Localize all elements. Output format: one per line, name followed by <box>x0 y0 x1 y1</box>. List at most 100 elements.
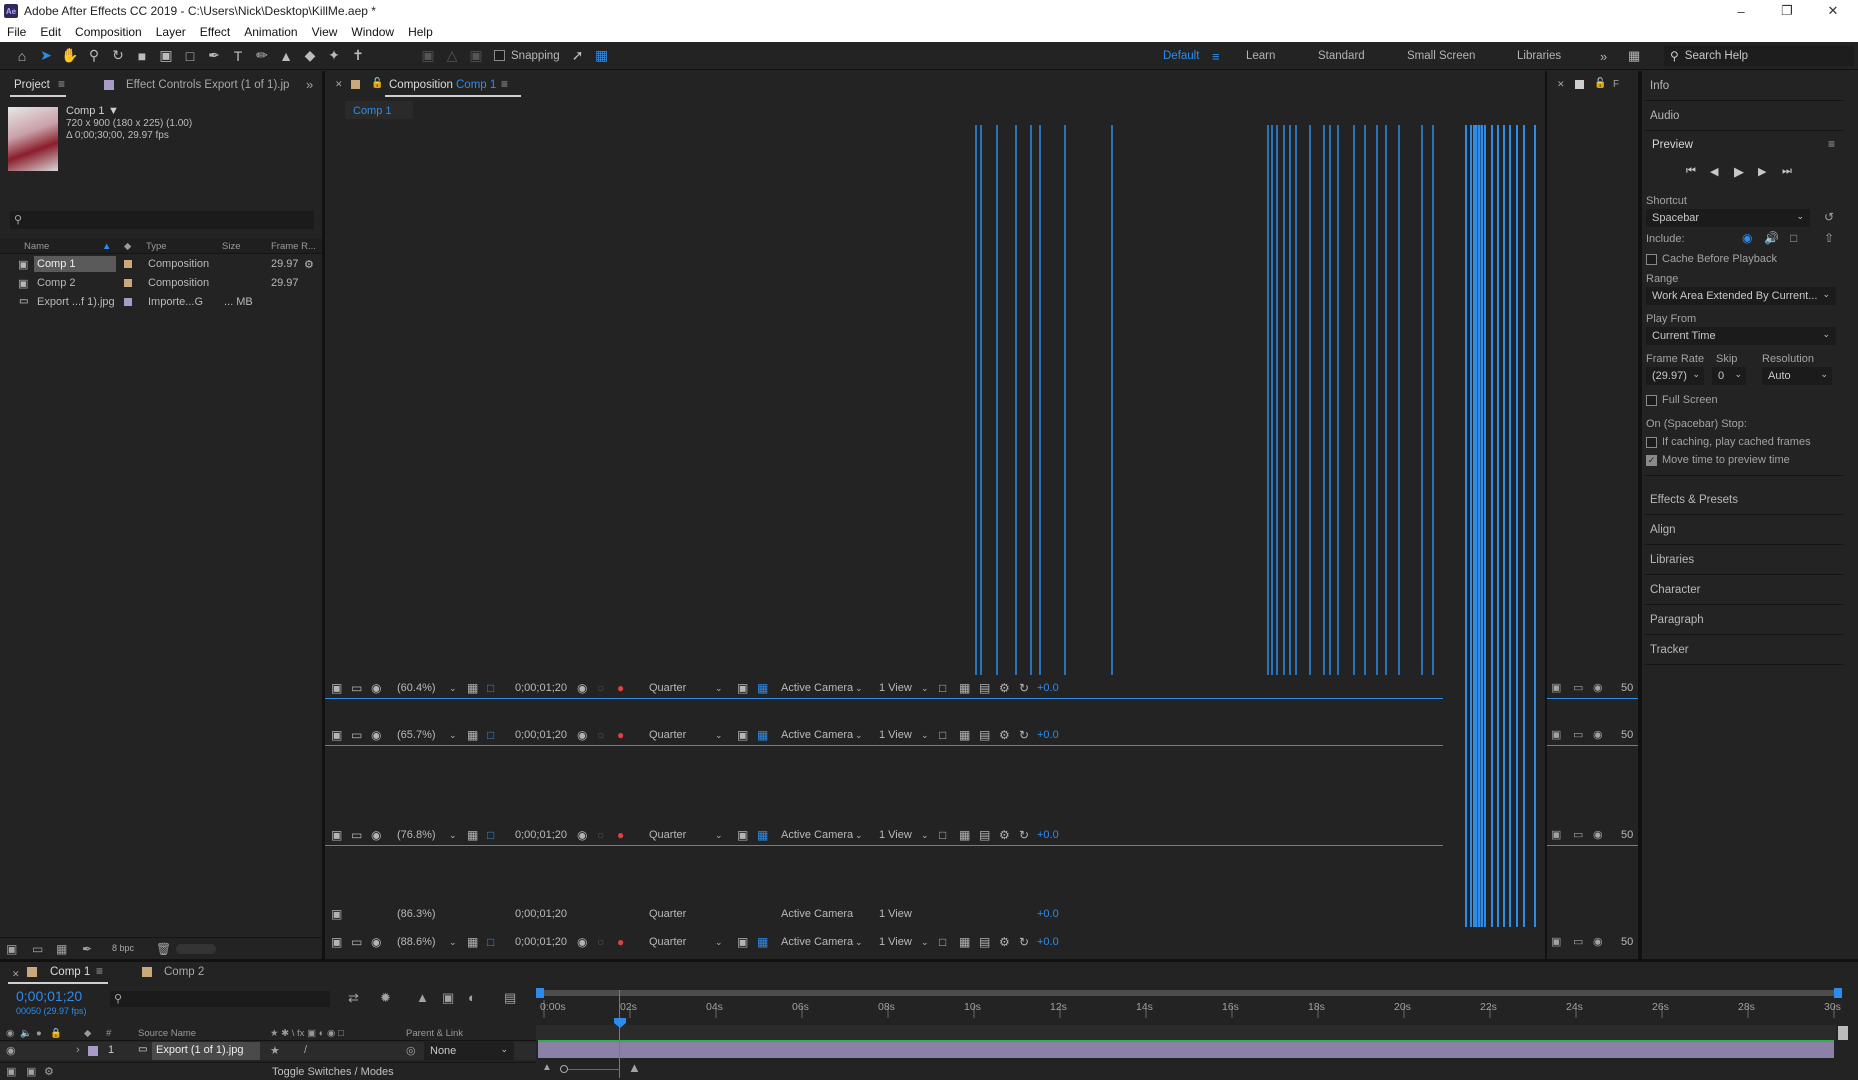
exposure-value[interactable]: +0.0 <box>1037 908 1059 920</box>
view-layout-dropdown[interactable]: 1 View <box>879 729 912 741</box>
safe-zones-icon[interactable]: ▦ <box>467 935 478 949</box>
puppet-tool-icon[interactable]: ✝ <box>346 45 370 67</box>
monitor-icon[interactable]: ▭ <box>1573 728 1583 741</box>
menu-view[interactable]: View <box>305 25 345 39</box>
transfer-controls-icon[interactable]: ⚙ <box>44 1065 54 1078</box>
snapshot-icon[interactable]: ◉ <box>577 681 587 695</box>
lock-icon[interactable]: 🔓 <box>1594 78 1606 89</box>
zoom-value[interactable]: 50 <box>1621 829 1633 841</box>
monitor-icon[interactable]: ▭ <box>351 828 362 842</box>
exposure-value[interactable]: +0.0 <box>1037 829 1059 841</box>
tab-comp-1[interactable]: Comp 1 <box>50 966 90 978</box>
chevron-down-icon[interactable]: ⌄ <box>715 683 723 694</box>
zoom-slider[interactable] <box>560 1069 620 1070</box>
zoom-value[interactable]: 50 <box>1621 936 1633 948</box>
workspace-default[interactable]: Default <box>1163 42 1199 70</box>
region-of-interest-icon[interactable]: □ <box>487 828 494 842</box>
menu-animation[interactable]: Animation <box>237 25 304 39</box>
eye-icon[interactable]: ◉ <box>6 1044 16 1057</box>
transparency-grid-icon[interactable]: ▦ <box>757 681 768 695</box>
layer-switches-icon[interactable]: ▣ <box>26 1065 36 1078</box>
monitor-icon[interactable]: ▭ <box>1573 935 1583 948</box>
axis-view-icon[interactable]: ▣ <box>464 45 488 67</box>
mask-visibility-icon[interactable]: ◉ <box>371 728 381 742</box>
solo-icon[interactable]: ● <box>36 1028 42 1039</box>
col-source-name[interactable]: Source Name <box>138 1028 196 1039</box>
move-time-checkbox[interactable]: ✓ <box>1646 455 1657 466</box>
reset-exposure-icon[interactable]: ↻ <box>1019 728 1029 742</box>
clone-stamp-tool-icon[interactable]: ▲ <box>274 45 298 67</box>
pick-whip-icon[interactable]: ◎ <box>406 1044 416 1057</box>
eraser-tool-icon[interactable]: ◆ <box>298 45 322 67</box>
fast-preview-toggle-icon[interactable]: ▦ <box>959 728 970 742</box>
workspace-standard[interactable]: Standard <box>1318 42 1365 70</box>
safe-zones-icon[interactable]: ▦ <box>467 728 478 742</box>
composition-name[interactable]: Comp 1 <box>456 79 496 91</box>
chevron-down-icon[interactable]: ⌄ <box>449 937 457 948</box>
search-toggle-icon[interactable]: ▦ <box>1628 42 1640 70</box>
label-column-icon[interactable]: ◆ <box>124 241 131 252</box>
safe-zones-icon[interactable]: ▦ <box>467 681 478 695</box>
panel-overflow-icon[interactable]: » <box>306 77 313 92</box>
work-area-end-handle[interactable] <box>1834 988 1842 998</box>
color-channels-icon[interactable]: ● <box>617 681 624 695</box>
chevron-down-icon[interactable]: ⌄ <box>921 830 929 841</box>
comp-mini-flowchart-icon[interactable]: ⇄ <box>348 990 359 1006</box>
exposure-value[interactable]: +0.0 <box>1037 729 1059 741</box>
col-size[interactable]: Size <box>222 241 240 252</box>
monitor-icon[interactable]: ▭ <box>351 935 362 949</box>
always-preview-icon[interactable]: ▣ <box>331 728 342 742</box>
new-composition-icon[interactable]: ▦ <box>56 942 67 956</box>
always-preview-icon[interactable]: ▣ <box>331 681 342 695</box>
show-snapshot-icon[interactable]: ○ <box>597 828 604 842</box>
graph-editor-icon[interactable]: ▤ <box>504 990 516 1006</box>
thumbnail-slider[interactable] <box>176 944 216 954</box>
range-dropdown[interactable]: Work Area Extended By Current... ⌄ <box>1646 287 1836 305</box>
draft-3d-icon[interactable]: ✹ <box>380 990 391 1006</box>
zoom-value[interactable]: 50 <box>1621 682 1633 694</box>
panel-tracker[interactable]: Tracker <box>1644 635 1844 665</box>
tab-project[interactable]: Project <box>14 79 50 91</box>
menu-window[interactable]: Window <box>344 25 401 39</box>
expand-chevron-icon[interactable]: › <box>76 1044 80 1056</box>
transparency-grid-icon[interactable]: ▦ <box>757 828 768 842</box>
zoom-value[interactable]: (76.8%) <box>397 829 436 841</box>
region-of-interest-icon[interactable]: □ <box>487 935 494 949</box>
chevron-down-icon[interactable]: ⌄ <box>921 937 929 948</box>
mask-visibility-icon[interactable]: ◉ <box>1593 828 1603 841</box>
chevron-down-icon[interactable]: ⌄ <box>855 730 863 741</box>
always-preview-icon[interactable]: ▣ <box>1551 828 1561 841</box>
close-timeline-icon[interactable]: ✕ <box>12 969 20 980</box>
audio-toggle-icon[interactable]: 🔈 <box>20 1028 32 1039</box>
snapshot-icon[interactable]: ◉ <box>577 828 587 842</box>
panel-paragraph[interactable]: Paragraph <box>1644 605 1844 635</box>
col-name[interactable]: Name <box>24 241 49 252</box>
trash-icon[interactable]: 🗑 <box>156 942 171 956</box>
zoom-value[interactable]: (65.7%) <box>397 729 436 741</box>
camera-dropdown[interactable]: Active Camera <box>781 829 853 841</box>
project-menu-icon[interactable]: ≡ <box>58 77 65 91</box>
timecode[interactable]: 0;00;01;20 <box>515 682 567 694</box>
roto-brush-tool-icon[interactable]: ✦ <box>322 45 346 67</box>
preview-menu-icon[interactable]: ≡ <box>1828 137 1835 151</box>
label-swatch[interactable] <box>124 298 132 306</box>
tab-effect-controls[interactable]: Effect Controls Export (1 of 1).jp <box>126 79 289 91</box>
lock-column-icon[interactable]: 🔒 <box>50 1028 62 1039</box>
shy-switch-icon[interactable]: ★ <box>270 1044 280 1057</box>
view-layout-dropdown[interactable]: 1 View <box>879 936 912 948</box>
reset-exposure-icon[interactable]: ↻ <box>1019 681 1029 695</box>
always-preview-icon[interactable]: ▣ <box>331 828 342 842</box>
resolution-dropdown[interactable]: Quarter <box>649 729 686 741</box>
timeline-icon[interactable]: ▤ <box>979 935 990 949</box>
last-frame-icon[interactable]: ⏭ <box>1782 165 1792 178</box>
view-layout-dropdown[interactable]: 1 View <box>879 682 912 694</box>
flowchart-icon[interactable]: ⚙ <box>999 935 1010 949</box>
workspace-libraries[interactable]: Libraries <box>1517 42 1561 70</box>
panel-character[interactable]: Character <box>1644 575 1844 605</box>
breadcrumb[interactable]: Comp 1 <box>345 101 413 119</box>
include-audio-icon[interactable]: 🔊 <box>1764 231 1779 245</box>
always-preview-icon[interactable]: ▣ <box>331 935 342 949</box>
workspace-learn[interactable]: Learn <box>1246 42 1275 70</box>
fast-previews-icon[interactable]: ▣ <box>737 935 748 949</box>
time-navigator-end-icon[interactable] <box>1838 1026 1848 1040</box>
